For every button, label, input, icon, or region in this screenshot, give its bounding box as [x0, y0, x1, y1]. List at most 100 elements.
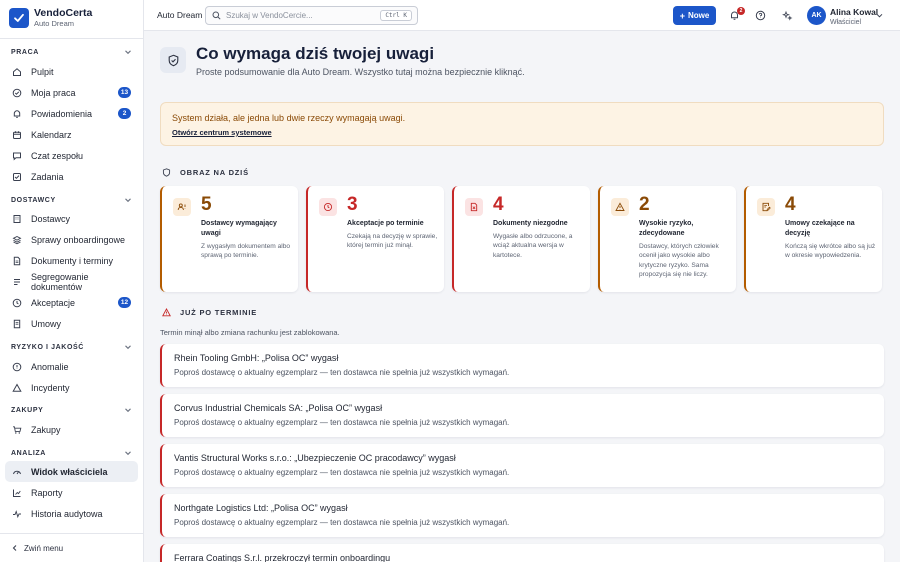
collapse-menu-button[interactable]: Zwiń menu	[0, 533, 143, 562]
avatar[interactable]: AK	[807, 6, 826, 25]
sidebar-item-raporty[interactable]: Raporty	[5, 482, 138, 503]
overdue-row[interactable]: Rhein Tooling GmbH: „Polisa OC” wygasł P…	[160, 344, 884, 387]
sidebar-item-label: Pulpit	[31, 66, 54, 77]
theme-toggle-button[interactable]	[780, 8, 794, 22]
sidebar-item-label: Historia audytowa	[31, 508, 103, 519]
row-description: Poproś dostawcę o aktualny egzemplarz — …	[174, 518, 510, 527]
alert-text: System działa, ale jedna lub dwie rzeczy…	[172, 113, 406, 123]
section-label: RYZYKO I JAKOŚĆ	[11, 343, 84, 351]
sidebar-item-dokumenty-i-terminy[interactable]: Dokumenty i terminy	[5, 250, 138, 271]
search-icon	[212, 11, 221, 20]
row-description: Poproś dostawcę o aktualny egzemplarz — …	[174, 368, 510, 377]
sidebar-item-zadania[interactable]: Zadania	[5, 166, 138, 187]
row-title: Northgate Logistics Ltd: „Polisa OC” wyg…	[174, 503, 348, 513]
sidebar-item-label: Moja praca	[31, 87, 76, 98]
overdue-row[interactable]: Corvus Industrial Chemicals SA: „Polisa …	[160, 394, 884, 437]
user-menu[interactable]: Alina Kowal Właściciel	[830, 7, 878, 27]
chart-icon	[12, 488, 22, 498]
section-label: ZAKUPY	[11, 406, 44, 414]
sidebar-item-czat-zespolu[interactable]: Czat zespołu	[5, 145, 138, 166]
sidebar-item-powiadomienia[interactable]: Powiadomienia 2	[5, 103, 138, 124]
user-name: Alina Kowal	[830, 7, 879, 17]
chevron-left-icon	[12, 545, 17, 551]
stat-card[interactable]: 5 Dostawcy wymagający uwagi Z wygasłym d…	[160, 186, 298, 292]
sidebar-item-akceptacje[interactable]: Akceptacje 12	[5, 292, 138, 313]
help-button[interactable]	[753, 8, 767, 22]
stat-card[interactable]: 4 Umowy czekające na decyzję Kończą się …	[744, 186, 882, 292]
row-title: Rhein Tooling GmbH: „Polisa OC” wygasł	[174, 353, 339, 363]
overdue-row[interactable]: Vantis Structural Works s.r.o.: „Ubezpie…	[160, 444, 884, 487]
shield-icon	[162, 168, 171, 177]
sidebar-item-label: Powiadomienia	[31, 108, 93, 119]
brand-logo-icon	[9, 8, 29, 28]
section-praca[interactable]: PRACA	[0, 44, 144, 60]
warning-icon	[162, 308, 171, 317]
stat-card[interactable]: 4 Dokumenty niezgodne Wygasłe albo odrzu…	[452, 186, 590, 292]
sidebar-item-moja-praca[interactable]: Moja praca 13	[5, 82, 138, 103]
sidebar-item-segregowanie-dokumentow[interactable]: Segregowanie dokumentów	[5, 271, 138, 292]
sidebar-item-umowy[interactable]: Umowy	[5, 313, 138, 334]
shield-check-icon	[160, 47, 186, 73]
layers-icon	[12, 235, 22, 245]
stat-card[interactable]: 2 Wysokie ryzyko, zdecydowane Dostawcy, …	[598, 186, 736, 292]
row-title: Corvus Industrial Chemicals SA: „Polisa …	[174, 403, 383, 413]
sidebar-item-kalendarz[interactable]: Kalendarz	[5, 124, 138, 145]
row-title: Ferrara Coatings S.r.l. przekroczył term…	[174, 553, 391, 562]
user-role: Właściciel	[830, 19, 862, 26]
section-dostawcy[interactable]: DOSTAWCY	[0, 192, 144, 208]
section-ryzyko-i-jakosc[interactable]: RYZYKO I JAKOŚĆ	[0, 339, 144, 355]
collapse-menu-label: Zwiń menu	[24, 543, 64, 553]
new-button[interactable]: + Nowe	[673, 6, 716, 25]
chevron-down-icon[interactable]	[875, 11, 884, 20]
stat-title: Umowy czekające na decyzję	[785, 220, 855, 237]
search-input[interactable]: Szukaj w VendoCercie... Ctrl K	[205, 6, 418, 25]
sidebar-item-label: Dostawcy	[31, 213, 71, 224]
workspace-switcher[interactable]: Auto Dream	[157, 10, 202, 20]
sidebar-item-zakupy[interactable]: Zakupy	[5, 419, 138, 440]
sidebar-item-sprawy-onboardingowe[interactable]: Sprawy onboardingowe	[5, 229, 138, 250]
overdue-row[interactable]: Ferrara Coatings S.r.l. przekroczył term…	[160, 544, 884, 562]
count-badge: 12	[118, 297, 131, 308]
overdue-row[interactable]: Northgate Logistics Ltd: „Polisa OC” wyg…	[160, 494, 884, 537]
sidebar-item-pulpit[interactable]: Pulpit	[5, 61, 138, 82]
sidebar-item-label: Akceptacje	[31, 297, 76, 308]
calendar-icon	[12, 130, 22, 140]
warning-icon	[611, 198, 629, 216]
plus-icon: +	[679, 10, 685, 21]
notifications-button[interactable]: 2	[727, 7, 745, 22]
stat-description: Dostawcy, których człowiek ocenił jako w…	[639, 243, 719, 279]
brand-workspace: Auto Dream	[34, 19, 75, 28]
sidebar-item-dostawcy[interactable]: Dostawcy	[5, 208, 138, 229]
sidebar-item-anomalie[interactable]: Anomalie	[5, 356, 138, 377]
topbar: Auto Dream Szukaj w VendoCercie... Ctrl …	[144, 0, 900, 31]
page-subtitle: Proste podsumowanie dla Auto Dream. Wszy…	[196, 67, 525, 77]
sidebar-item-incydenty[interactable]: Incydenty	[5, 377, 138, 398]
section-analiza[interactable]: ANALIZA	[0, 445, 144, 461]
gauge-icon	[12, 467, 22, 477]
doc-x-icon	[465, 198, 483, 216]
stat-value: 4	[785, 194, 796, 215]
stat-title: Dostawcy wymagający uwagi	[201, 220, 277, 237]
page-title: Co wymaga dziś twojej uwagi	[196, 44, 435, 63]
help-icon	[755, 10, 765, 20]
stat-title: Akceptacje po terminie	[347, 220, 424, 227]
stat-description: Kończą się wkrótce albo są już w okresie…	[785, 243, 876, 260]
system-center-link[interactable]: Otwórz centrum systemowe	[172, 128, 272, 137]
users-alert-icon	[173, 198, 191, 216]
section-label: ANALIZA	[11, 449, 46, 457]
building-icon	[12, 214, 22, 224]
chevron-down-icon	[125, 198, 131, 203]
brand[interactable]: VendoCerta Auto Dream	[9, 7, 92, 29]
stat-value: 4	[493, 194, 504, 215]
contract-icon	[12, 319, 22, 329]
section-zakupy[interactable]: ZAKUPY	[0, 402, 144, 418]
sidebar-item-historia-audytowa[interactable]: Historia audytowa	[5, 503, 138, 524]
bell-icon	[12, 109, 22, 119]
sidebar-item-label: Umowy	[31, 318, 62, 329]
stat-title: Wysokie ryzyko, zdecydowane	[639, 220, 694, 237]
overdue-section-header: JUŻ PO TERMINIE	[162, 308, 257, 317]
stat-card[interactable]: 3 Akceptacje po terminie Czekają na decy…	[306, 186, 444, 292]
system-alert: System działa, ale jedna lub dwie rzeczy…	[160, 102, 884, 146]
notification-badge: 2	[737, 7, 745, 15]
sidebar-item-widok-wlasciciela[interactable]: Widok właściciela	[5, 461, 138, 482]
